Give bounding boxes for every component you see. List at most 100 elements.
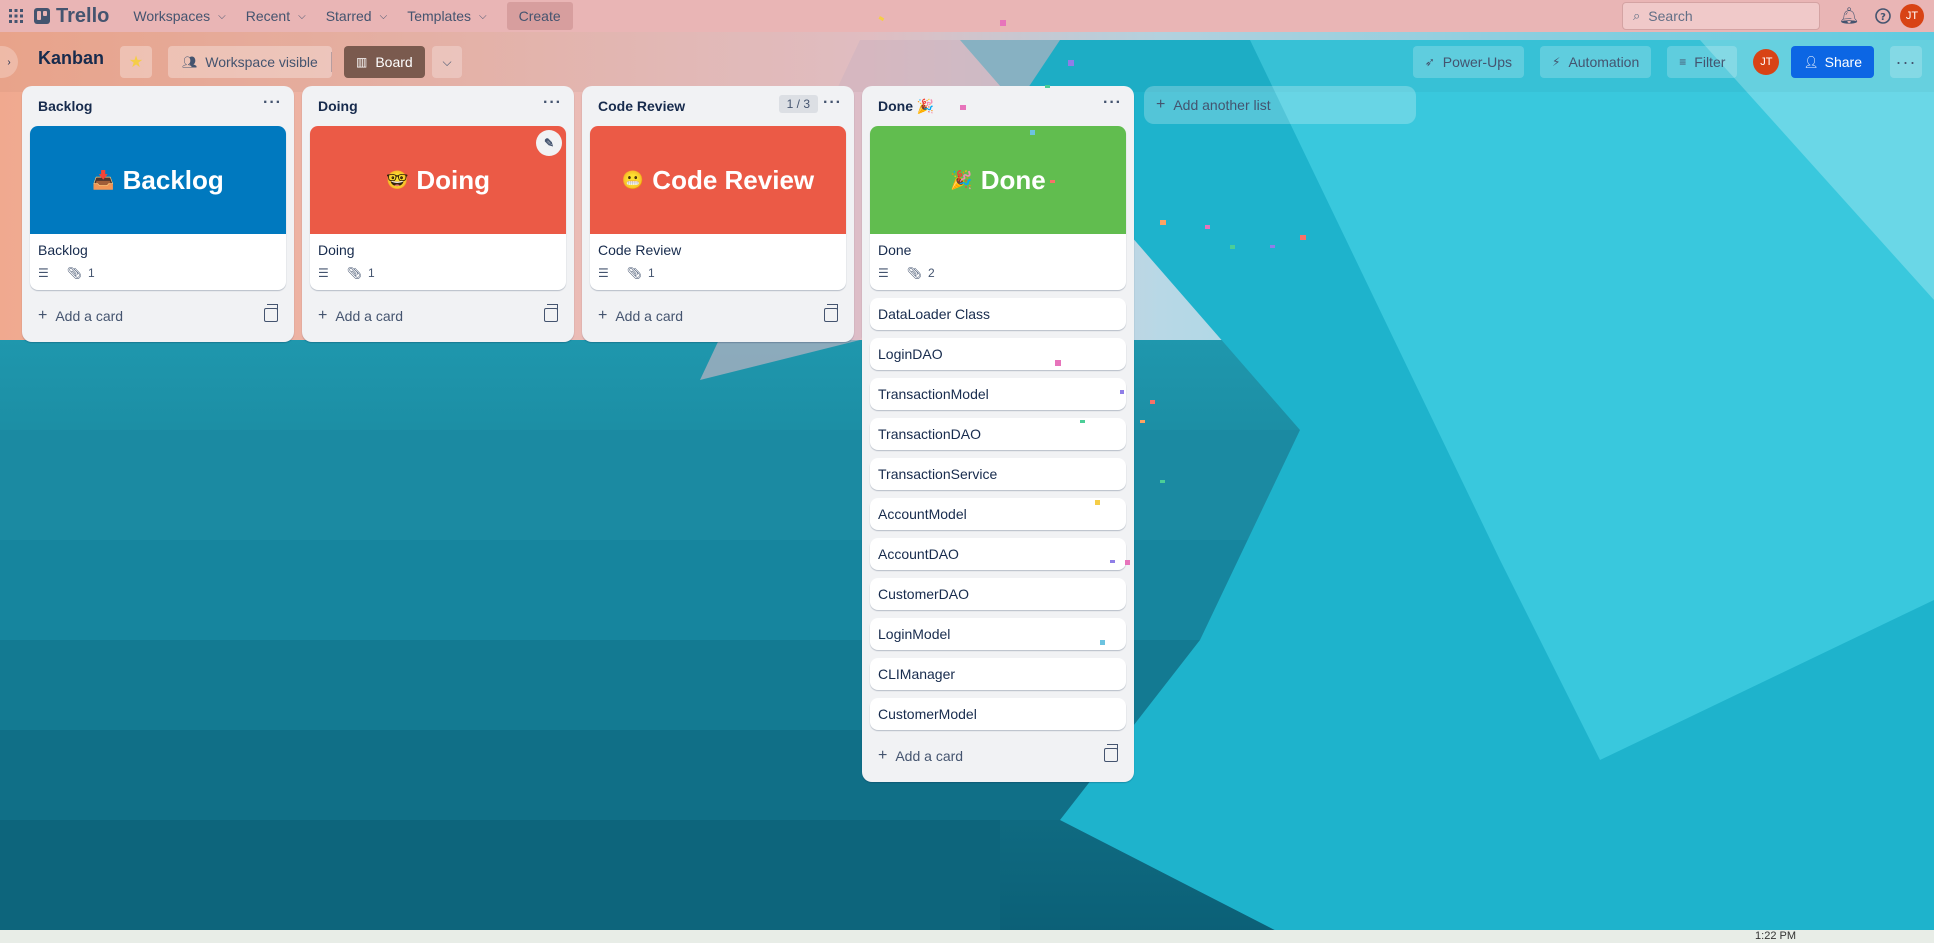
filter-button[interactable]: ≡ Filter (1667, 46, 1738, 78)
card-cover: 🤓 Doing ✎ (310, 126, 566, 234)
attachment-count: 2 (928, 266, 935, 280)
add-person-icon: 👤︎ (1803, 55, 1819, 69)
help-icon[interactable]: ? (1870, 3, 1896, 29)
create-from-template-icon[interactable] (824, 304, 838, 322)
share-button[interactable]: 👤︎ Share (1791, 46, 1874, 78)
templates-menu[interactable]: Templates ⌵ (397, 0, 496, 32)
recent-menu[interactable]: Recent ⌵ (236, 0, 316, 32)
paperclip-icon: 📎︎ (346, 266, 362, 280)
list-actions-icon[interactable]: ··· (543, 94, 562, 112)
add-card-button[interactable]: + Add a card (30, 298, 286, 334)
taskbar-clock: 1:22 PM (1755, 930, 1796, 942)
cover-text: Done (980, 164, 1046, 195)
card[interactable]: CustomerDAO (870, 578, 1126, 610)
card[interactable]: CustomerModel (870, 698, 1126, 730)
visibility-button[interactable]: 👥︎ Workspace visible (168, 46, 332, 78)
user-avatar[interactable]: JT (1900, 4, 1924, 28)
card[interactable]: CLIManager (870, 658, 1126, 690)
list-title[interactable]: Doing (318, 98, 358, 114)
trello-logo[interactable]: Trello (34, 5, 109, 28)
cover-card[interactable]: 🎉 Done Done ☰ 📎︎ 2 (870, 126, 1126, 290)
chevron-down-icon: ⌵ (479, 10, 487, 22)
search-input[interactable]: ⌕ Search (1622, 2, 1820, 30)
board-view-button[interactable]: ▥ Board (344, 46, 425, 78)
card[interactable]: DataLoader Class (870, 298, 1126, 330)
add-card-label: Add a card (55, 308, 124, 324)
add-list-label: Add another list (1173, 97, 1271, 113)
cover-card[interactable]: 😬 Code Review Code Review ☰ 📎︎ 1 (590, 126, 846, 290)
add-card-button[interactable]: + Add a card (310, 298, 566, 334)
card[interactable]: LoginDAO (870, 338, 1126, 370)
list-header[interactable]: Done 🎉 ··· (862, 86, 1134, 126)
list-header[interactable]: Code Review 1 / 3 ··· (582, 86, 854, 126)
create-from-template-icon[interactable] (264, 304, 278, 322)
chevron-down-icon: ⌵ (298, 10, 306, 22)
cover-text: Code Review (652, 164, 815, 195)
app-switcher-icon[interactable] (8, 8, 24, 24)
list-doing: Doing ··· 🤓 Doing ✎ Doing ☰ 📎︎ 1 + Add a … (302, 86, 574, 342)
create-from-template-icon[interactable] (1104, 744, 1118, 762)
sidebar-expand-icon[interactable]: › (0, 46, 18, 78)
card[interactable]: LoginModel (870, 618, 1126, 650)
cover-card[interactable]: 🤓 Doing ✎ Doing ☰ 📎︎ 1 (310, 126, 566, 290)
list-actions-icon[interactable]: ··· (823, 94, 842, 112)
list-actions-icon[interactable]: ··· (263, 94, 282, 112)
list-actions-icon[interactable]: ··· (1103, 94, 1122, 112)
attachment-badge: 📎︎ 2 (907, 266, 935, 280)
description-icon: ☰ (38, 266, 49, 280)
add-card-button[interactable]: + Add a card (870, 738, 1126, 774)
board-menu-icon[interactable]: ··· (1890, 46, 1922, 78)
attachment-badge: 📎︎ 1 (627, 266, 655, 280)
header-divider (331, 52, 332, 72)
list-header[interactable]: Backlog ··· (22, 86, 294, 126)
card[interactable]: TransactionDAO (870, 418, 1126, 450)
cover-text: Backlog (122, 164, 224, 195)
card-cover: 🎉 Done (870, 126, 1126, 234)
plus-icon: + (878, 747, 888, 764)
list-title[interactable]: Done 🎉 (878, 98, 934, 115)
plus-icon: + (318, 307, 328, 324)
list-header[interactable]: Doing ··· (302, 86, 574, 126)
plus-icon: + (38, 307, 48, 324)
workspaces-menu[interactable]: Workspaces ⌵ (123, 0, 235, 32)
filter-label: Filter (1694, 54, 1726, 70)
add-card-label: Add a card (335, 308, 404, 324)
description-badge: ☰ (878, 266, 895, 280)
starred-menu[interactable]: Starred ⌵ (316, 0, 398, 32)
cover-emoji: 📥 (92, 169, 115, 190)
chevron-down-icon: ⌵ (218, 10, 226, 22)
top-right-controls: ⌕ Search 🔔︎ ? JT (1622, 0, 1924, 32)
cover-card[interactable]: 📥 Backlog Backlog ☰ 📎︎ 1 (30, 126, 286, 290)
power-ups-button[interactable]: ➶ Power-Ups (1412, 46, 1524, 78)
create-button[interactable]: Create (506, 2, 573, 30)
add-card-button[interactable]: + Add a card (590, 298, 846, 334)
filter-icon: ≡ (1679, 55, 1687, 69)
pencil-icon[interactable]: ✎ (536, 130, 562, 156)
card[interactable]: AccountModel (870, 498, 1126, 530)
board-title[interactable]: Kanban (38, 48, 104, 69)
card[interactable]: TransactionModel (870, 378, 1126, 410)
attachment-count: 1 (648, 266, 655, 280)
list-title[interactable]: Code Review (598, 98, 685, 114)
list-title[interactable]: Backlog (38, 98, 92, 114)
list-code-review: Code Review 1 / 3 ··· 😬 Code Review Code… (582, 86, 854, 342)
starred-menu-label: Starred (325, 8, 372, 24)
automation-label: Automation (1568, 54, 1640, 70)
card-badges: ☰ 📎︎ 1 (38, 264, 278, 282)
plus-icon: + (598, 307, 608, 324)
cover-emoji: 🎉 (950, 169, 973, 190)
views-dropdown-button[interactable]: ⌵ (432, 46, 462, 78)
notifications-icon[interactable]: 🔔︎ (1836, 3, 1862, 29)
card-cover: 😬 Code Review (590, 126, 846, 234)
cover-emoji: 🤓 (385, 169, 409, 190)
star-icon[interactable]: ★ (120, 46, 152, 78)
create-from-template-icon[interactable] (544, 304, 558, 322)
card[interactable]: TransactionService (870, 458, 1126, 490)
card[interactable]: AccountDAO (870, 538, 1126, 570)
share-label: Share (1824, 54, 1862, 70)
description-badge: ☰ (38, 266, 55, 280)
automation-button[interactable]: ⚡︎ Automation (1540, 46, 1652, 78)
board-member-avatar[interactable]: JT (1753, 49, 1780, 75)
description-icon: ☰ (318, 266, 329, 280)
add-list-button[interactable]: + Add another list (1144, 86, 1416, 124)
